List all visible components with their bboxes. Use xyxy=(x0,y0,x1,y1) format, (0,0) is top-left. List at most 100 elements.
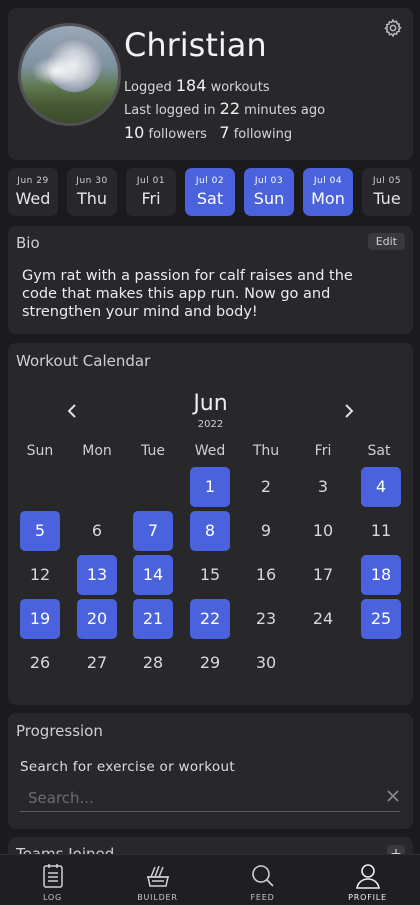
close-icon[interactable] xyxy=(387,790,399,802)
calendar-day[interactable]: 27 xyxy=(77,643,117,683)
calendar-day[interactable]: 4 xyxy=(361,467,401,507)
day-chip[interactable]: Jul 01 Fri xyxy=(126,168,176,216)
day-chip[interactable]: Jun 30 Thu xyxy=(67,168,117,216)
day-chip[interactable]: Jul 05 Tue xyxy=(362,168,412,216)
day-chip-date: Jul 05 xyxy=(372,176,402,186)
calendar-day[interactable]: 17 xyxy=(303,555,343,595)
last-logged-stat: Last logged in 22 minutes ago xyxy=(124,99,325,118)
progression-card: Progression Search for exercise or worko… xyxy=(8,713,413,829)
day-chip-weekday: Tue xyxy=(373,189,401,208)
progression-title: Progression xyxy=(16,722,103,740)
search-icon xyxy=(251,865,274,887)
weekday-header: Fri xyxy=(314,443,332,459)
workouts-count: 184 xyxy=(175,76,207,95)
calendar-day[interactable]: 21 xyxy=(133,599,173,639)
calendar-day[interactable]: 20 xyxy=(77,599,117,639)
day-chip-date: Jul 03 xyxy=(254,176,284,186)
nav-label-profile: PROFILE xyxy=(348,893,387,902)
calendar-day[interactable]: 28 xyxy=(133,643,173,683)
nav-log[interactable]: LOG xyxy=(0,855,105,905)
weekday-header: Wed xyxy=(194,443,226,459)
search-input[interactable] xyxy=(20,784,400,812)
workouts-stat: Logged 184 workouts xyxy=(124,76,270,95)
followers-label[interactable]: followers xyxy=(149,127,207,142)
calendar-day[interactable]: 23 xyxy=(246,599,286,639)
day-chip-date: Jul 02 xyxy=(195,176,225,186)
calendar-day[interactable]: 2 xyxy=(246,467,286,507)
calendar-day[interactable]: 24 xyxy=(303,599,343,639)
calendar-day[interactable]: 13 xyxy=(77,555,117,595)
calendar-day[interactable]: 25 xyxy=(361,599,401,639)
day-chip[interactable]: Jul 04 Mon xyxy=(303,168,353,216)
day-chip-weekday: Thu xyxy=(76,189,108,208)
calendar-day[interactable]: 29 xyxy=(190,643,230,683)
calendar-day[interactable]: 15 xyxy=(190,555,230,595)
search-label: Search for exercise or workout xyxy=(20,759,235,775)
bio-card: Bio Edit Gym rat with a passion for calf… xyxy=(8,226,413,334)
calendar-day[interactable]: 16 xyxy=(246,555,286,595)
calendar-day[interactable]: 22 xyxy=(190,599,230,639)
calendar-year: 2022 xyxy=(197,419,224,430)
log-icon xyxy=(42,864,63,888)
day-chip-weekday: Mon xyxy=(311,189,345,208)
weekday-header: Tue xyxy=(141,443,165,459)
builder-icon xyxy=(146,865,169,887)
following-count[interactable]: 7 xyxy=(219,123,229,142)
follow-stats: 10 followers 7 following xyxy=(124,123,292,142)
nav-label-builder: BUILDER xyxy=(137,893,178,902)
day-chip[interactable]: Jul 02 Sat xyxy=(185,168,235,216)
day-chip-weekday: Sat xyxy=(196,189,224,208)
calendar-day[interactable]: 3 xyxy=(303,467,343,507)
edit-bio-button[interactable]: Edit xyxy=(367,233,405,250)
calendar-day[interactable]: 11 xyxy=(361,511,401,551)
day-chip-date: Jun 30 xyxy=(76,176,108,186)
nav-builder[interactable]: BUILDER xyxy=(105,855,210,905)
day-chip-date: Jun 29 xyxy=(17,176,49,186)
calendar-day[interactable]: 8 xyxy=(190,511,230,551)
followers-count[interactable]: 10 xyxy=(124,123,144,142)
day-chip-weekday: Wed xyxy=(15,189,51,208)
day-chip-weekday: Fri xyxy=(141,189,161,208)
profile-icon xyxy=(355,864,380,889)
calendar-day[interactable]: 5 xyxy=(20,511,60,551)
day-chip-weekday: Sun xyxy=(253,189,285,208)
chevron-right-icon[interactable] xyxy=(342,404,356,418)
nav-feed[interactable]: FEED xyxy=(210,855,315,905)
calendar-day[interactable]: 6 xyxy=(77,511,117,551)
calendar-day[interactable]: 9 xyxy=(246,511,286,551)
workout-calendar-card: Workout Calendar Jun 2022 Sun Mon Tue Wed Th… xyxy=(8,343,413,705)
weekday-header: Sat xyxy=(367,443,391,459)
last-logged-suffix: minutes ago xyxy=(244,103,326,118)
workouts-prefix: Logged xyxy=(124,80,172,95)
gear-icon[interactable] xyxy=(383,18,403,38)
day-chip[interactable]: Jun 29 Wed xyxy=(8,168,58,216)
bottom-nav: LOG BUILDER FEED PROFILE xyxy=(0,854,420,905)
last-logged-prefix: Last logged in xyxy=(124,103,216,118)
nav-label-log: LOG xyxy=(42,893,63,902)
following-label[interactable]: following xyxy=(234,127,292,142)
day-chip-date: Jul 04 xyxy=(313,176,343,186)
avatar[interactable] xyxy=(18,23,121,126)
calendar-day[interactable]: 14 xyxy=(133,555,173,595)
calendar-day[interactable]: 1 xyxy=(190,467,230,507)
last-logged-value: 22 xyxy=(219,99,241,118)
profile-card: Christian Logged 184 workouts Last logge… xyxy=(8,8,413,160)
calendar-day[interactable]: 19 xyxy=(20,599,60,639)
nav-label-feed: FEED xyxy=(250,893,275,902)
nav-profile[interactable]: PROFILE xyxy=(315,855,420,905)
calendar-day[interactable]: 7 xyxy=(133,511,173,551)
day-chip-date: Jul 01 xyxy=(136,176,166,186)
bio-title: Bio xyxy=(16,234,40,252)
bio-text: Gym rat with a passion for calf raises a… xyxy=(22,268,353,320)
weekday-header: Mon xyxy=(82,443,112,459)
day-chip[interactable]: Jul 03 Sun xyxy=(244,168,294,216)
calendar-day[interactable]: 30 xyxy=(246,643,286,683)
calendar-day[interactable]: 10 xyxy=(303,511,343,551)
calendar-day[interactable]: 18 xyxy=(361,555,401,595)
profile-name: Christian xyxy=(124,26,267,64)
calendar-day[interactable]: 26 xyxy=(20,643,60,683)
weekday-header: Sun xyxy=(26,443,54,459)
workouts-suffix: workouts xyxy=(210,80,270,95)
calendar-day[interactable]: 12 xyxy=(20,555,60,595)
weekday-header: Thu xyxy=(252,443,280,459)
